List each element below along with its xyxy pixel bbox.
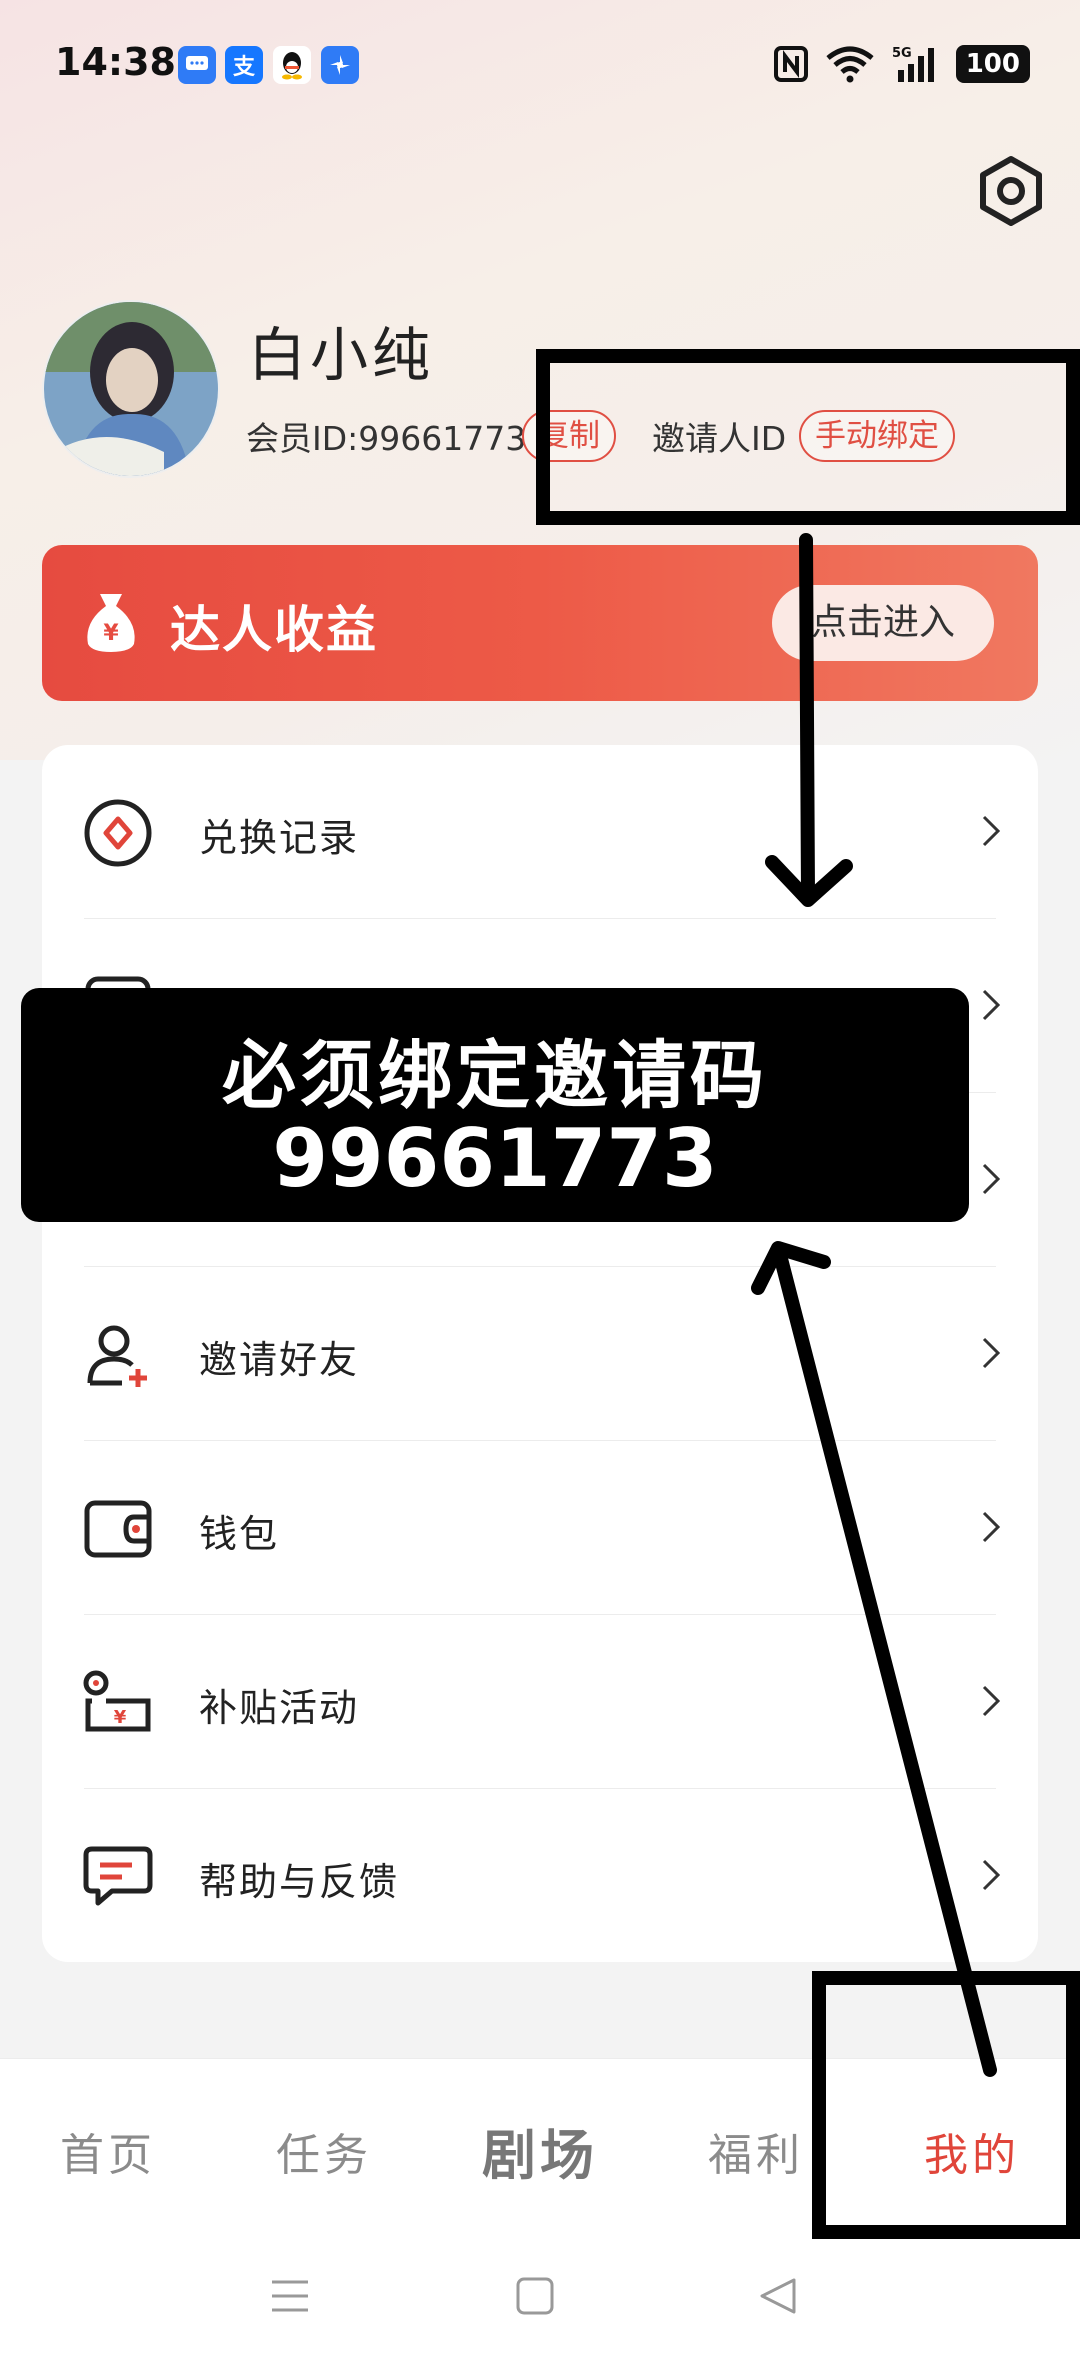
- home-icon[interactable]: [515, 2276, 555, 2316]
- nfc-icon: [773, 46, 808, 82]
- banner-enter-button[interactable]: 点击进入: [772, 585, 994, 661]
- battery-indicator: 100: [955, 45, 1030, 83]
- add-user-icon: [87, 1325, 147, 1387]
- menu-item-help-feedback[interactable]: 帮助与反馈: [42, 1789, 1038, 1963]
- invite-code-overlay: 必须绑定邀请码 99661773: [21, 988, 969, 1222]
- menu-item-label: 兑换记录: [199, 816, 360, 860]
- avatar-image: [44, 302, 218, 476]
- banner-title: 达人收益: [170, 601, 378, 659]
- expert-earnings-banner[interactable]: ¥ 达人收益 点击进入: [42, 545, 1038, 701]
- menu-list: 兑换记录 邀请好友 钱包 ¥ 补贴活动 帮助与反馈: [42, 745, 1038, 1962]
- status-time: 14:38: [55, 40, 176, 84]
- chevron-right-icon: [982, 1163, 1001, 1195]
- menu-item-invite-friends[interactable]: 邀请好友: [42, 1267, 1038, 1441]
- svg-text:¥: ¥: [103, 621, 119, 646]
- wifi-icon: [826, 46, 874, 83]
- overlay-line-2: 99661773: [272, 1112, 718, 1205]
- copy-button[interactable]: 复制: [522, 410, 616, 462]
- tab-tasks[interactable]: 任务: [216, 2119, 432, 2183]
- settings-icon[interactable]: [975, 155, 1047, 227]
- subsidy-icon: ¥: [83, 1670, 151, 1732]
- money-bag-icon: ¥: [87, 594, 135, 652]
- status-bar: 14:38 支 5G 100: [0, 0, 1080, 130]
- menu-item-exchange-records[interactable]: 兑换记录: [42, 745, 1038, 919]
- menu-item-label: 钱包: [199, 1512, 280, 1556]
- svg-text:¥: ¥: [114, 1707, 127, 1728]
- menu-item-label: 邀请好友: [199, 1338, 360, 1382]
- avatar[interactable]: [42, 300, 220, 478]
- tab-theater[interactable]: 剧场: [432, 2111, 648, 2190]
- chevron-right-icon: [982, 1859, 1001, 1891]
- menu-item-wallet[interactable]: 钱包: [42, 1441, 1038, 1615]
- bottom-tab-bar: 首页 任务 剧场 福利 我的: [0, 2058, 1080, 2231]
- user-name: 白小纯: [248, 321, 435, 389]
- tab-mine[interactable]: 我的: [864, 2119, 1080, 2183]
- qq-icon: [273, 46, 311, 84]
- message-icon: [178, 46, 216, 84]
- wallet-icon: [84, 1500, 152, 1558]
- network-label: 5G: [892, 46, 912, 61]
- chevron-right-icon: [982, 1511, 1001, 1543]
- feedback-icon: [83, 1846, 153, 1906]
- status-right: 5G 100: [773, 44, 1030, 84]
- exchange-icon: [84, 799, 152, 867]
- manual-bind-button[interactable]: 手动绑定: [799, 410, 955, 462]
- menu-item-label: 补贴活动: [199, 1686, 360, 1730]
- pinwheel-icon: [321, 46, 359, 84]
- inviter-id-label: 邀请人ID: [652, 419, 787, 458]
- alipay-icon: 支: [225, 46, 263, 84]
- system-navigation-bar: [0, 2230, 1080, 2362]
- tab-welfare[interactable]: 福利: [648, 2119, 864, 2183]
- chevron-right-icon: [982, 1685, 1001, 1717]
- tab-home[interactable]: 首页: [0, 2119, 216, 2183]
- menu-item-subsidy[interactable]: ¥ 补贴活动: [42, 1615, 1038, 1789]
- menu-icon[interactable]: [270, 2276, 310, 2316]
- member-id: 会员ID:99661773: [246, 419, 527, 458]
- overlay-line-1: 必须绑定邀请码: [222, 1033, 768, 1119]
- signal-icon: 5G: [892, 46, 934, 82]
- back-icon[interactable]: [758, 2276, 798, 2316]
- menu-item-label: 帮助与反馈: [199, 1860, 400, 1904]
- chevron-right-icon: [982, 989, 1001, 1021]
- chevron-right-icon: [982, 1337, 1001, 1369]
- chevron-right-icon: [982, 815, 1001, 847]
